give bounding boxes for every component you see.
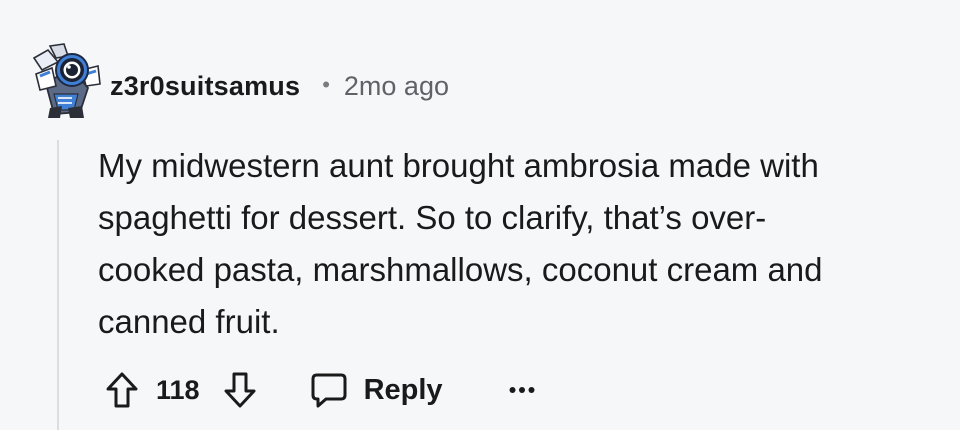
speech-bubble-icon [311,373,347,408]
avatar[interactable] [28,40,108,120]
thread-line[interactable] [57,140,59,430]
comment-body-line: canned fruit. [98,303,280,340]
comment-body-line: cooked pasta, marshmallows, coconut crea… [98,251,823,288]
reply-button[interactable]: Reply [310,371,443,409]
username[interactable]: z3r0suitsamus [110,71,300,102]
arrow-down-icon [224,372,256,408]
comment-actions: 118 Reply [100,362,535,418]
reply-label: Reply [363,373,443,406]
arrow-up-icon [106,372,138,408]
separator-dot: • [322,72,330,97]
more-options-button[interactable] [509,368,535,412]
timestamp[interactable]: 2mo ago [344,71,449,102]
comment: z3r0suitsamus • 2mo ago My midwestern au… [0,0,960,430]
comment-body-line: spaghetti for dessert. So to clarify, th… [98,199,767,236]
downvote-button[interactable] [218,368,262,412]
comment-body-line: My midwestern aunt brought ambrosia made… [98,147,819,184]
comment-header: z3r0suitsamus • 2mo ago [110,66,449,106]
upvote-button[interactable] [100,368,144,412]
comment-body: My midwestern aunt brought ambrosia made… [98,140,918,348]
vote-count: 118 [156,374,200,405]
ellipsis-icon [509,387,535,393]
